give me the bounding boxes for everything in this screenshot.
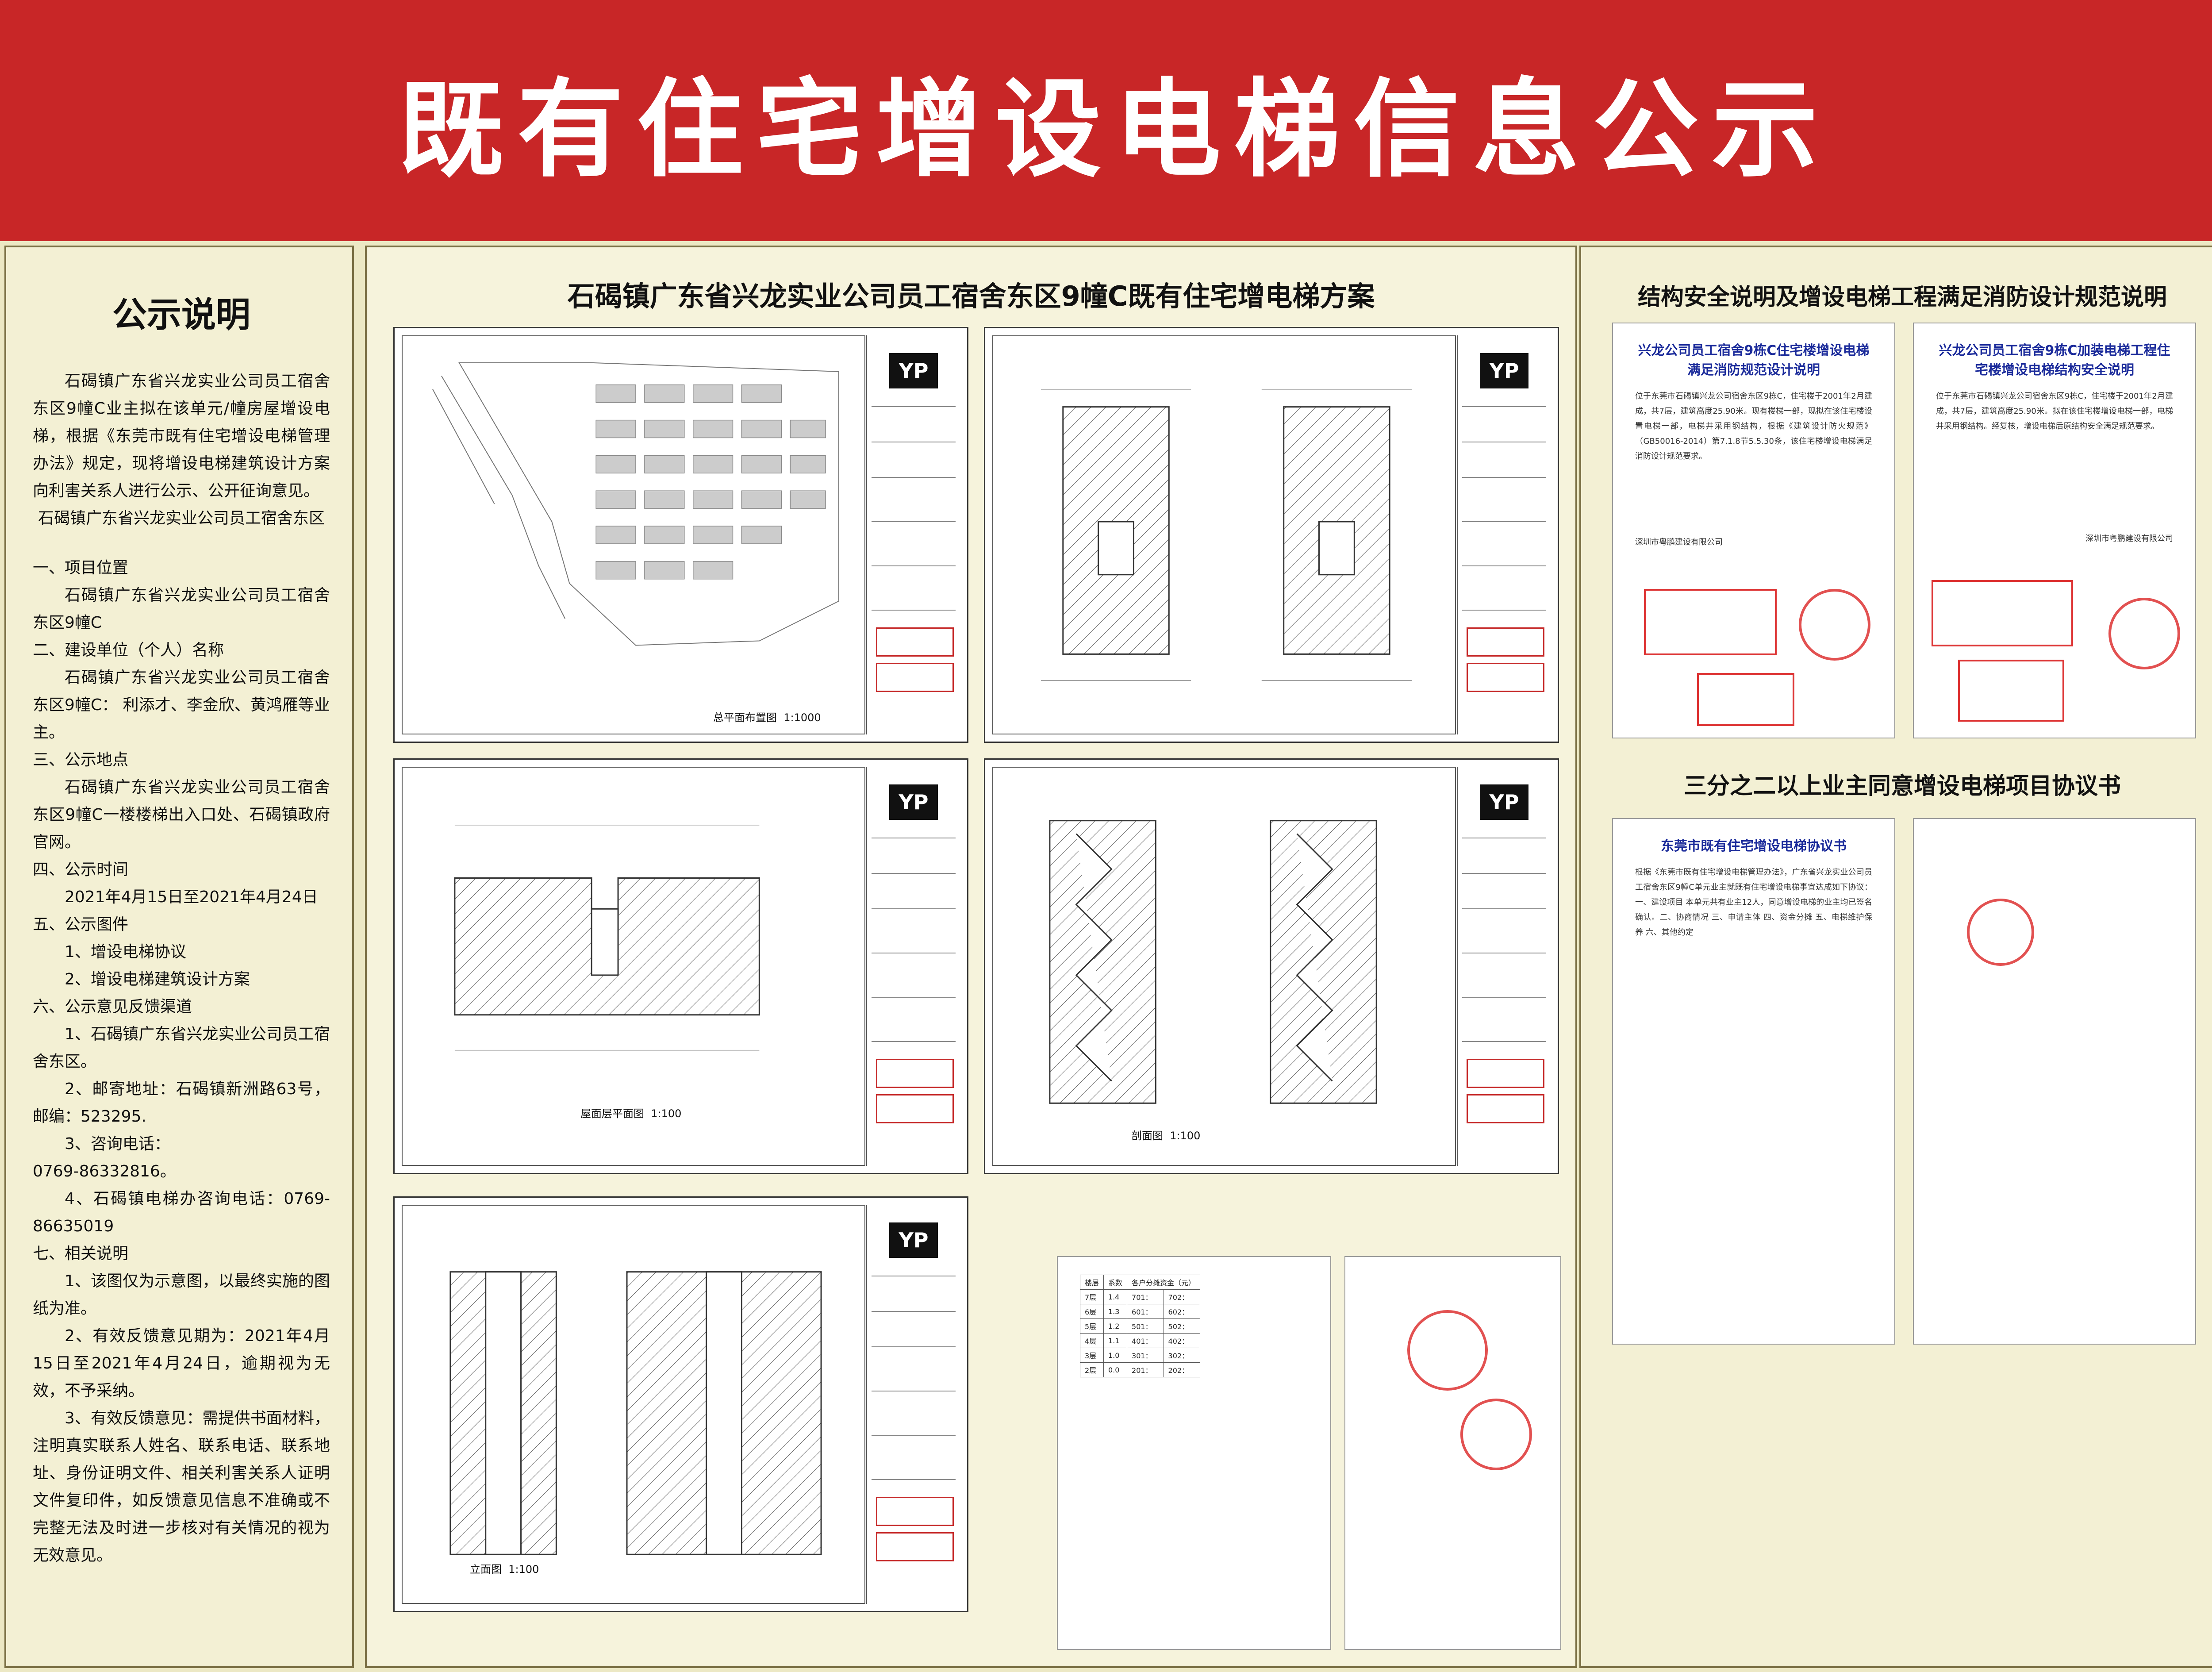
company-logo: YP — [889, 1222, 938, 1258]
section-owner-title: 二、建设单位（个人）名称 — [33, 641, 224, 659]
title-block: YP — [866, 1205, 960, 1604]
fire-doc-text: 位于东莞市石碣镇兴龙公司宿舍东区9栋C，住宅楼于2001年2月建成，共7层，建筑… — [1635, 392, 1872, 461]
drawing-sheet-floor-plans: YP — [984, 327, 1559, 743]
approval-stamp — [876, 1094, 954, 1123]
approval-stamp — [1467, 1094, 1544, 1123]
section-feedback-item: 4、石碣镇电梯办咨询电话：0769-86635019 — [33, 1190, 330, 1235]
red-seal — [1407, 1310, 1488, 1391]
drawing-caption: 立面图 1:100 — [470, 1563, 539, 1576]
company-logo: YP — [889, 784, 938, 820]
structure-doc-text: 位于东莞市石碣镇兴龙公司宿舍东区9栋C，住宅楼于2001年2月建成，共7层，建筑… — [1936, 392, 2173, 431]
section-feedback-item: 1、石碣镇广东省兴龙实业公司员工宿舍东区。 — [33, 1025, 330, 1071]
drawing-caption: 剖面图 1:100 — [1131, 1130, 1201, 1142]
section-time-title: 四、公示时间 — [33, 861, 129, 879]
drawing-caption: 屋面层平面图 1:100 — [580, 1107, 682, 1120]
notice-heading: 公示说明 — [112, 295, 250, 335]
red-seal — [1967, 899, 2034, 966]
notice-panel: 公示说明 石碣镇广东省兴龙实业公司员工宿舍东区9幢C业主拟在该单元/幢房屋增设电… — [4, 246, 354, 1668]
company-logo: YP — [889, 353, 938, 388]
approval-stamp — [1467, 1059, 1544, 1088]
section-feedback-title: 六、公示意见反馈渠道 — [33, 998, 192, 1016]
red-seal — [1799, 589, 1870, 661]
fire-doc-sign: 深圳市粤鹏建设有限公司 — [1635, 538, 1723, 547]
header-banner: 既有住宅增设电梯信息公示 — [0, 0, 2212, 241]
title-block: YP — [1457, 767, 1551, 1166]
banner-title: 既有住宅增设电梯信息公示 — [398, 68, 1832, 192]
drawing-sheet-elevations: YP 立面图 1:100 — [393, 1196, 968, 1612]
documents-panel: 结构安全说明及增设电梯工程满足消防设计规范说明 兴龙公司员工宿舍9栋C住宅楼增设… — [1579, 246, 2212, 1668]
approval-stamp — [876, 663, 954, 692]
drawing-caption: 总平面布置图 1:1000 — [713, 711, 821, 724]
approval-stamp — [876, 1497, 954, 1526]
registration-stamp — [1958, 660, 2064, 722]
section-feedback-item: 3、咨询电话： — [65, 1135, 170, 1153]
approval-stamp — [876, 1059, 954, 1088]
registration-stamp — [1697, 673, 1794, 726]
agreement-title: 东莞市既有住宅增设电梯协议书 — [1661, 838, 1847, 854]
agreement-document-page2 — [1913, 818, 2196, 1345]
notice-signer: 石碣镇广东省兴龙实业公司员工宿舍东区 — [38, 509, 325, 527]
structure-safety-document: 兴龙公司员工宿舍9栋C加装电梯工程住宅楼增设电梯结构安全说明 位于东莞市石碣镇兴… — [1913, 323, 2196, 738]
approval-stamp — [876, 1532, 954, 1561]
section-docs-item: 1、增设电梯协议 — [65, 943, 186, 961]
section-owner-text: 石碣镇广东省兴龙实业公司员工宿舍东区9幢C： 利添才、李金欣、黄鸿雁等业主。 — [33, 669, 330, 742]
registration-stamp — [1932, 580, 2073, 646]
drawing-sheet-site-plan: YP 总平面布置图 1:1000 — [393, 327, 968, 743]
red-seal — [2108, 598, 2180, 669]
company-logo: YP — [1480, 784, 1528, 820]
section-docs-item: 2、增设电梯建筑设计方案 — [65, 970, 250, 988]
approval-stamp — [1467, 627, 1544, 657]
agreement-section-title: 三分之二以上业主同意增设电梯项目协议书 — [1683, 773, 2121, 799]
section-drawing — [1049, 820, 1377, 1104]
section-notes-item: 1、该图仅为示意图，以最终实施的图纸为准。 — [33, 1272, 330, 1318]
section-notes-title: 七、相关说明 — [33, 1245, 129, 1263]
notice-intro: 石碣镇广东省兴龙实业公司员工宿舍东区9幢C业主拟在该单元/幢房屋增设电梯，根据《… — [33, 372, 330, 500]
section-docs-title: 五、公示图件 — [33, 915, 129, 934]
approval-stamp — [1467, 663, 1544, 692]
section-notes-item: 2、有效反馈意见期为：2021年4月15日至2021年4月24日，逾期视为无效，… — [33, 1327, 330, 1400]
plan-panel: 石碣镇广东省兴龙实业公司员工宿舍东区9幢C既有住宅增电梯方案 YP 总平面布置图… — [365, 246, 1577, 1668]
floor-plan-drawing — [1041, 388, 1412, 681]
fire-doc-title: 兴龙公司员工宿舍9栋C住宅楼增设电梯满足消防规范设计说明 — [1638, 343, 1870, 378]
section-location-text: 石碣镇广东省兴龙实业公司员工宿舍东区9幢C — [33, 586, 330, 632]
fee-table: 楼层 系数 各户分摊资金（元） 7层 1.4 701： 702： 6层 1.3 601： 602… — [1079, 1275, 1201, 1377]
structure-doc-title: 兴龙公司员工宿舍9栋C加装电梯工程住宅楼增设电梯结构安全说明 — [1939, 343, 2170, 378]
section-feedback-phone: 0769-86332816。 — [33, 1162, 176, 1180]
agreement-text: 根据《东莞市既有住宅增设电梯管理办法》，广东省兴龙实业公司员工宿舍东区9幢C单元… — [1635, 868, 1872, 937]
registration-stamp — [1644, 589, 1777, 655]
company-logo: YP — [1480, 353, 1528, 388]
section-location-title: 一、项目位置 — [33, 559, 129, 577]
drawing-sheet-sections: YP 剖面图 1:100 — [984, 758, 1559, 1174]
section-place-text: 石碣镇广东省兴龙实业公司员工宿舍东区9幢C一楼楼梯出入口处、石碣镇政府官网。 — [33, 778, 330, 851]
title-block: YP — [1457, 335, 1551, 734]
section-place-title: 三、公示地点 — [33, 751, 129, 769]
structure-doc-sign: 深圳市粤鹏建设有限公司 — [2085, 534, 2173, 543]
title-block: YP — [866, 335, 960, 734]
agreement-page-signatures — [1344, 1256, 1561, 1650]
agreement-document: 东莞市既有住宅增设电梯协议书 根据《东莞市既有住宅增设电梯管理办法》，广东省兴龙… — [1612, 818, 1895, 1345]
elevation-drawing — [449, 1271, 822, 1555]
agreement-page-fees: 楼层 系数 各户分摊资金（元） 7层 1.4 701： 702： 6层 1.3 601： 602… — [1057, 1256, 1331, 1650]
section-feedback-item: 2、邮寄地址：石碣镇新洲路63号，邮编：523295. — [33, 1080, 330, 1126]
site-plan-drawing — [432, 362, 839, 646]
section-notes-item: 3、有效反馈意见：需提供书面材料，注明真实联系人姓名、联系电话、联系地址、身份证… — [33, 1409, 330, 1564]
safety-section-title: 结构安全说明及增设电梯工程满足消防设计规范说明 — [1637, 284, 2167, 311]
drawing-sheet-roof-plan: YP 屋面层平面图 1:100 — [393, 758, 968, 1174]
red-seal — [1460, 1399, 1532, 1470]
approval-stamp — [876, 627, 954, 657]
plan-title: 石碣镇广东省兴龙实业公司员工宿舍东区9幢C既有住宅增电梯方案 — [567, 280, 1375, 312]
section-time-text: 2021年4月15日至2021年4月24日 — [65, 888, 318, 906]
fire-safety-document: 兴龙公司员工宿舍9栋C住宅楼增设电梯满足消防规范设计说明 位于东莞市石碣镇兴龙公… — [1612, 323, 1895, 738]
title-block: YP — [866, 767, 960, 1166]
